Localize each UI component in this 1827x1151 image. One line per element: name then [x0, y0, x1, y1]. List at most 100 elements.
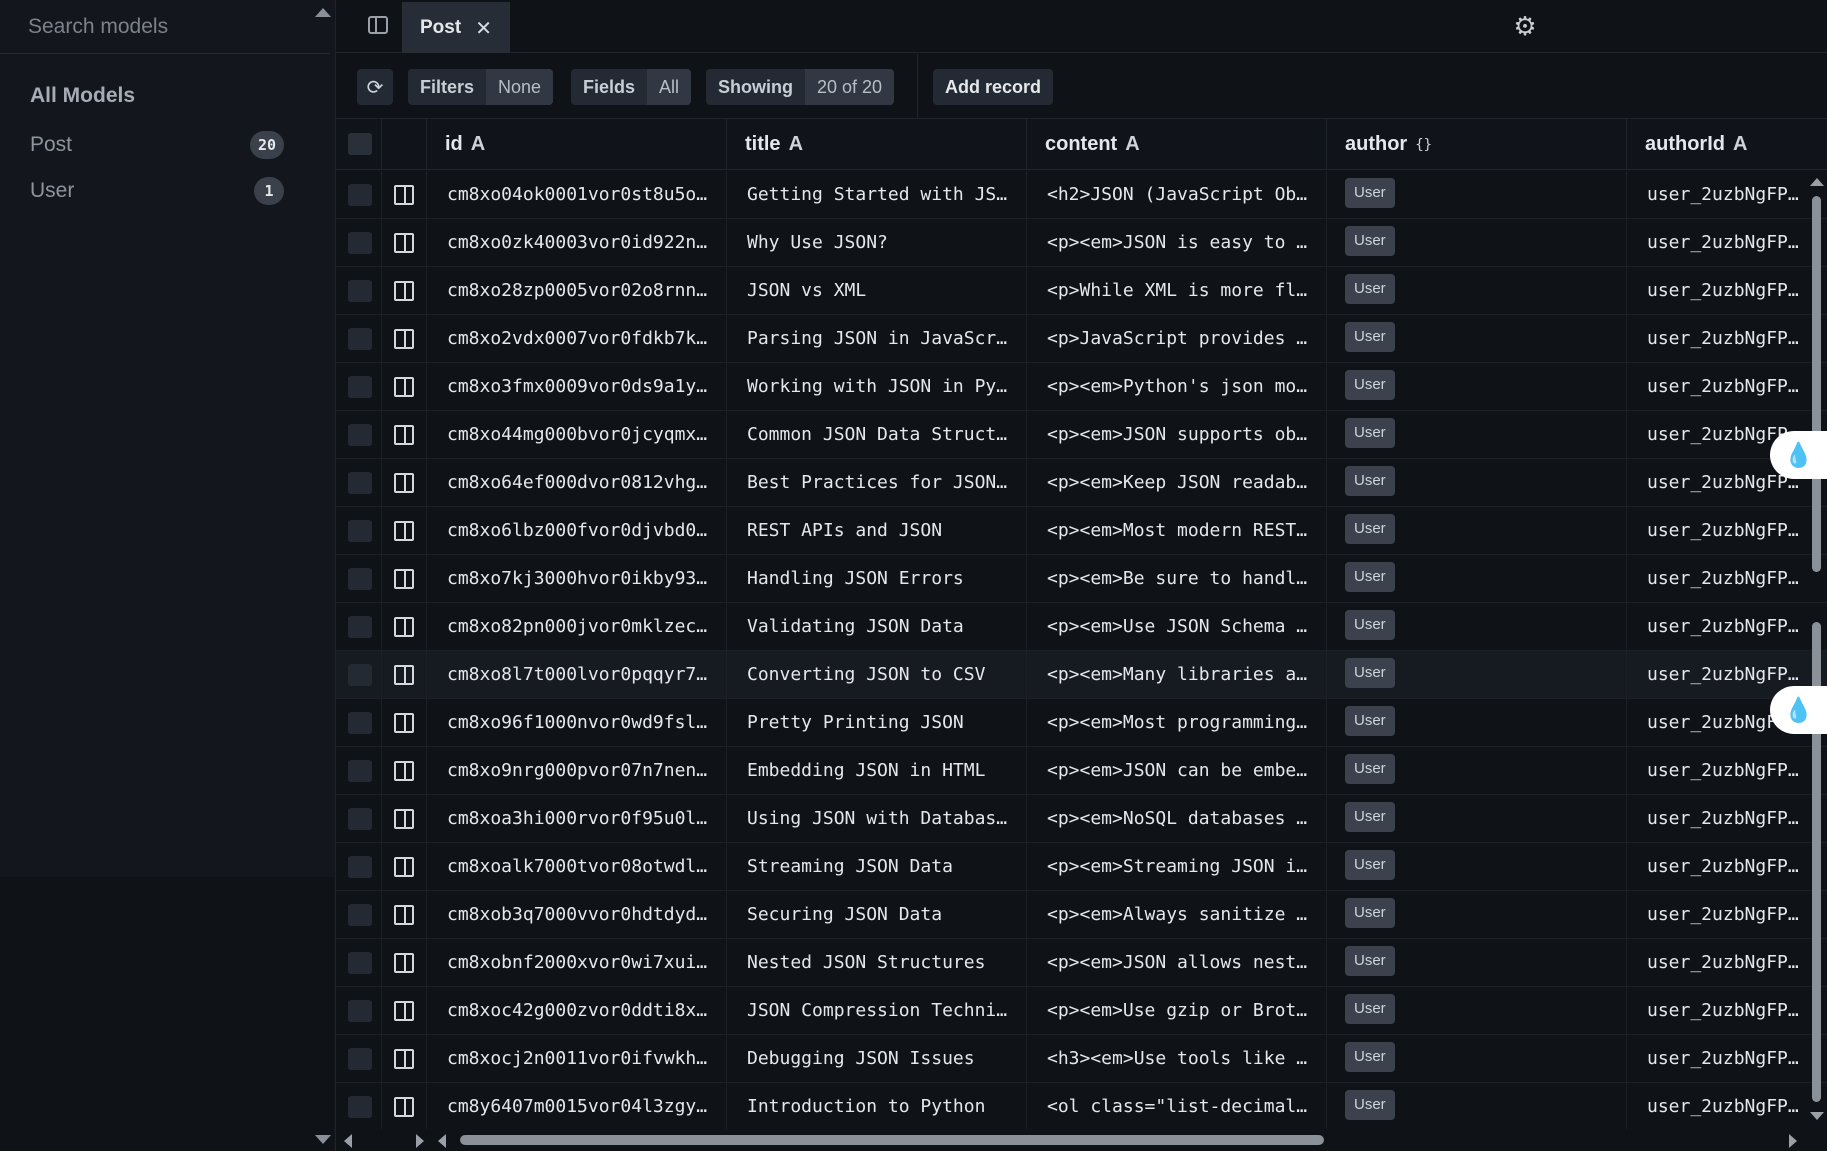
content-cell[interactable]: <p><em>JSON is easy to …: [1027, 219, 1327, 266]
table-horizontal-scrollbar[interactable]: [336, 1129, 1827, 1151]
title-cell[interactable]: Validating JSON Data: [727, 603, 1027, 650]
relation-badge[interactable]: User: [1345, 897, 1395, 928]
content-cell[interactable]: <p><em>Python's json mo…: [1027, 363, 1327, 410]
id-cell[interactable]: cm8xo96f1000nvor0wd9fsl…: [427, 699, 727, 746]
row-checkbox[interactable]: [348, 376, 372, 398]
authorid-cell[interactable]: user_2uzbNgFP1I: [1627, 1035, 1806, 1082]
title-cell[interactable]: JSON Compression Techni…: [727, 987, 1027, 1034]
table-row[interactable]: cm8xo0zk40003vor0id922n… Why Use JSON? <p>…: [336, 219, 1827, 267]
showing-button[interactable]: Showing 20 of 20: [706, 69, 895, 105]
row-checkbox[interactable]: [348, 568, 372, 590]
table-row[interactable]: cm8xo82pn000jvor0mklzec… Validating JSON …: [336, 603, 1827, 651]
title-cell[interactable]: Debugging JSON Issues: [727, 1035, 1027, 1082]
relation-badge[interactable]: User: [1345, 1041, 1395, 1072]
authorid-cell[interactable]: user_2uzbNgFP1I: [1627, 891, 1806, 938]
authorid-cell[interactable]: user_2uzbNgFP1I: [1627, 843, 1806, 890]
id-cell[interactable]: cm8xo0zk40003vor0id922n…: [427, 219, 727, 266]
gear-icon[interactable]: ⚙: [1511, 12, 1539, 40]
expand-row-icon[interactable]: [394, 281, 414, 301]
expand-row-icon[interactable]: [394, 1049, 414, 1069]
content-cell[interactable]: <p><em>Use JSON Schema …: [1027, 603, 1327, 650]
add-record-button[interactable]: Add record: [933, 69, 1054, 105]
id-cell[interactable]: cm8xo7kj3000hvor0ikby93…: [427, 555, 727, 602]
id-cell[interactable]: cm8xo44mg000bvor0jcyqmx…: [427, 411, 727, 458]
sidebar-item-post[interactable]: Post 20: [30, 128, 284, 162]
content-cell[interactable]: <p>JavaScript provides …: [1027, 315, 1327, 362]
row-checkbox[interactable]: [348, 952, 372, 974]
expand-row-icon[interactable]: [394, 425, 414, 445]
title-cell[interactable]: Using JSON with Databas…: [727, 795, 1027, 842]
column-header-title[interactable]: title A: [727, 119, 1027, 170]
row-checkbox[interactable]: [348, 472, 372, 494]
id-cell[interactable]: cm8xoc42g000zvor0ddti8x…: [427, 987, 727, 1034]
row-checkbox[interactable]: [348, 424, 372, 446]
id-cell[interactable]: cm8xo6lbz000fvor0djvbd0…: [427, 507, 727, 554]
table-row[interactable]: cm8xo7kj3000hvor0ikby93… Handling JSON Er…: [336, 555, 1827, 603]
id-cell[interactable]: cm8xo28zp0005vor02o8rnn…: [427, 267, 727, 314]
table-row[interactable]: cm8xoc42g000zvor0ddti8x… JSON Compression…: [336, 987, 1827, 1035]
authorid-cell[interactable]: user_2uzbNgFP1I: [1627, 603, 1806, 650]
author-cell[interactable]: User: [1327, 267, 1627, 314]
id-cell[interactable]: cm8xo3fmx0009vor0ds9a1y…: [427, 363, 727, 410]
author-cell[interactable]: User: [1327, 939, 1627, 986]
row-checkbox[interactable]: [348, 1048, 372, 1070]
row-checkbox[interactable]: [348, 856, 372, 878]
author-cell[interactable]: User: [1327, 315, 1627, 362]
relation-badge[interactable]: User: [1345, 801, 1395, 832]
content-cell[interactable]: <p><em>Most programming…: [1027, 699, 1327, 746]
id-cell[interactable]: cm8xoa3hi000rvor0f95u0l…: [427, 795, 727, 842]
authorid-cell[interactable]: user_2uzbNgFP1I: [1627, 363, 1806, 410]
table-row[interactable]: cm8xo2vdx0007vor0fdkb7k… Parsing JSON in …: [336, 315, 1827, 363]
title-cell[interactable]: REST APIs and JSON: [727, 507, 1027, 554]
relation-badge[interactable]: User: [1345, 849, 1395, 880]
title-cell[interactable]: Pretty Printing JSON: [727, 699, 1027, 746]
author-cell[interactable]: User: [1327, 459, 1627, 506]
title-cell[interactable]: Handling JSON Errors: [727, 555, 1027, 602]
assistant-drop-icon[interactable]: 💧: [1770, 686, 1827, 734]
relation-badge[interactable]: User: [1345, 321, 1395, 352]
relation-badge[interactable]: User: [1345, 945, 1395, 976]
row-checkbox[interactable]: [348, 232, 372, 254]
expand-row-icon[interactable]: [394, 617, 414, 637]
column-header-authorid[interactable]: authorId A: [1627, 119, 1827, 170]
scroll-right-icon[interactable]: [416, 1134, 424, 1148]
title-cell[interactable]: Converting JSON to CSV: [727, 651, 1027, 698]
toggle-sidebar-icon[interactable]: [368, 16, 388, 34]
expand-row-icon[interactable]: [394, 569, 414, 589]
author-cell[interactable]: User: [1327, 651, 1627, 698]
row-checkbox[interactable]: [348, 712, 372, 734]
fields-button[interactable]: Fields All: [571, 69, 692, 105]
id-cell[interactable]: cm8xoalk7000tvor08otwdl…: [427, 843, 727, 890]
relation-badge[interactable]: User: [1345, 993, 1395, 1024]
content-cell[interactable]: <p><em>Use gzip or Brot…: [1027, 987, 1327, 1034]
expand-row-icon[interactable]: [394, 905, 414, 925]
table-row[interactable]: cm8y6407m0015vor04l3zgy… Introduction to …: [336, 1083, 1827, 1129]
authorid-cell[interactable]: user_2uzbNgFP1I: [1627, 795, 1806, 842]
refresh-button[interactable]: ⟳: [357, 69, 393, 105]
author-cell[interactable]: User: [1327, 987, 1627, 1034]
content-cell[interactable]: <p><em>Be sure to handl…: [1027, 555, 1327, 602]
table-row[interactable]: cm8xo44mg000bvor0jcyqmx… Common JSON Data…: [336, 411, 1827, 459]
column-header-author[interactable]: author {}: [1327, 119, 1627, 170]
relation-badge[interactable]: User: [1345, 177, 1395, 208]
author-cell[interactable]: User: [1327, 747, 1627, 794]
tab-post[interactable]: Post ✕: [402, 2, 510, 53]
author-cell[interactable]: User: [1327, 555, 1627, 602]
expand-row-icon[interactable]: [394, 185, 414, 205]
row-checkbox[interactable]: [348, 184, 372, 206]
expand-row-icon[interactable]: [394, 1001, 414, 1021]
scroll-left-icon[interactable]: [344, 1134, 352, 1148]
content-cell[interactable]: <h2>JSON (JavaScript Ob…: [1027, 171, 1327, 218]
authorid-cell[interactable]: user_2uzbNgFP1I: [1627, 315, 1806, 362]
title-cell[interactable]: Nested JSON Structures: [727, 939, 1027, 986]
table-row[interactable]: cm8xocj2n0011vor0ifvwkh… Debugging JSON I…: [336, 1035, 1827, 1083]
title-cell[interactable]: JSON vs XML: [727, 267, 1027, 314]
sidebar-scroll-up-icon[interactable]: [315, 8, 331, 17]
sidebar-scroll-down-icon[interactable]: [315, 1135, 331, 1144]
filters-button[interactable]: Filters None: [408, 69, 554, 105]
authorid-cell[interactable]: user_2uzbNgFP1I: [1627, 987, 1806, 1034]
author-cell[interactable]: User: [1327, 1035, 1627, 1082]
id-cell[interactable]: cm8xo04ok0001vor0st8u5o…: [427, 171, 727, 218]
relation-badge[interactable]: User: [1345, 753, 1395, 784]
authorid-cell[interactable]: user_2uzbNgFP1I: [1627, 747, 1806, 794]
